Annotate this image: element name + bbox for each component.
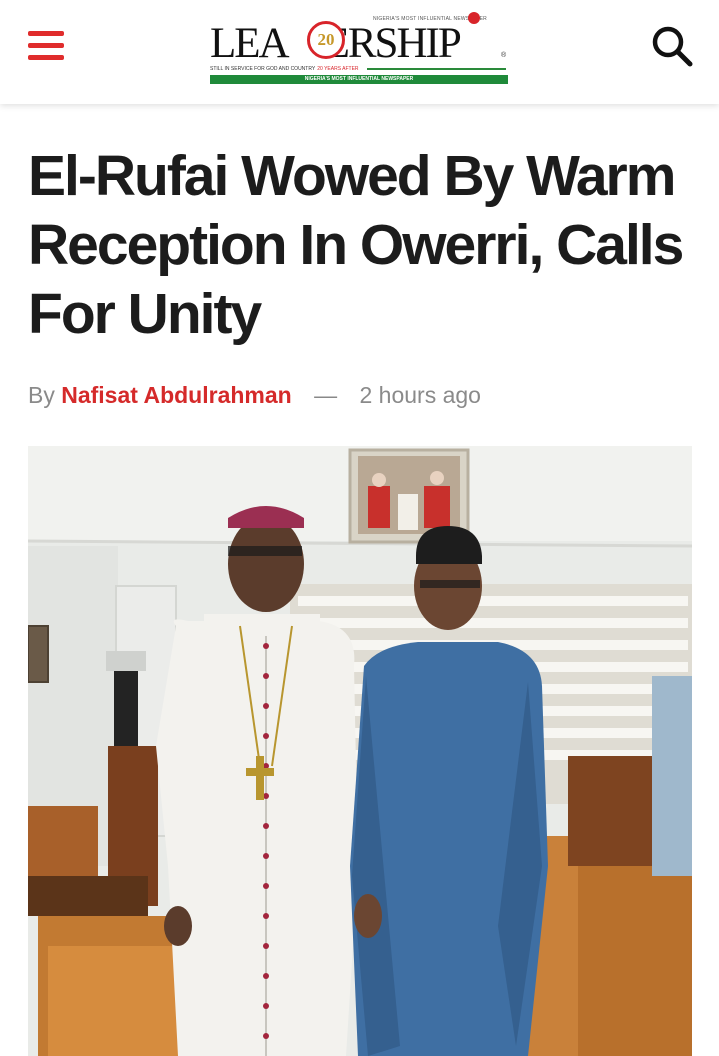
logo-strap: STILL IN SERVICE FOR GOD AND COUNTRY 20 Y… [210,64,506,73]
logo-dot [468,12,480,24]
logo-emblem: 20 [307,21,345,59]
site-header: NIGERIA'S MOST INFLUENTIAL NEWSPAPER LEA… [0,0,719,104]
article-headline: El-Rufai Wowed By Warm Reception In Ower… [28,144,684,346]
article-timestamp: 2 hours ago [359,382,481,408]
logo-bar: NIGERIA'S MOST INFLUENTIAL NEWSPAPER [210,75,508,84]
byline-separator: — [314,382,338,408]
site-logo[interactable]: NIGERIA'S MOST INFLUENTIAL NEWSPAPER LEA… [210,12,510,86]
author-link[interactable]: Nafisat Abdulrahman [61,382,291,408]
article-featured-image[interactable] [28,446,692,1056]
search-icon[interactable] [650,24,694,68]
registered-mark: ® [501,52,507,59]
byline-prefix: By [28,382,55,408]
article-byline: By Nafisat Abdulrahman — 2 hours ago [28,382,481,409]
hamburger-menu-icon[interactable] [28,31,64,61]
